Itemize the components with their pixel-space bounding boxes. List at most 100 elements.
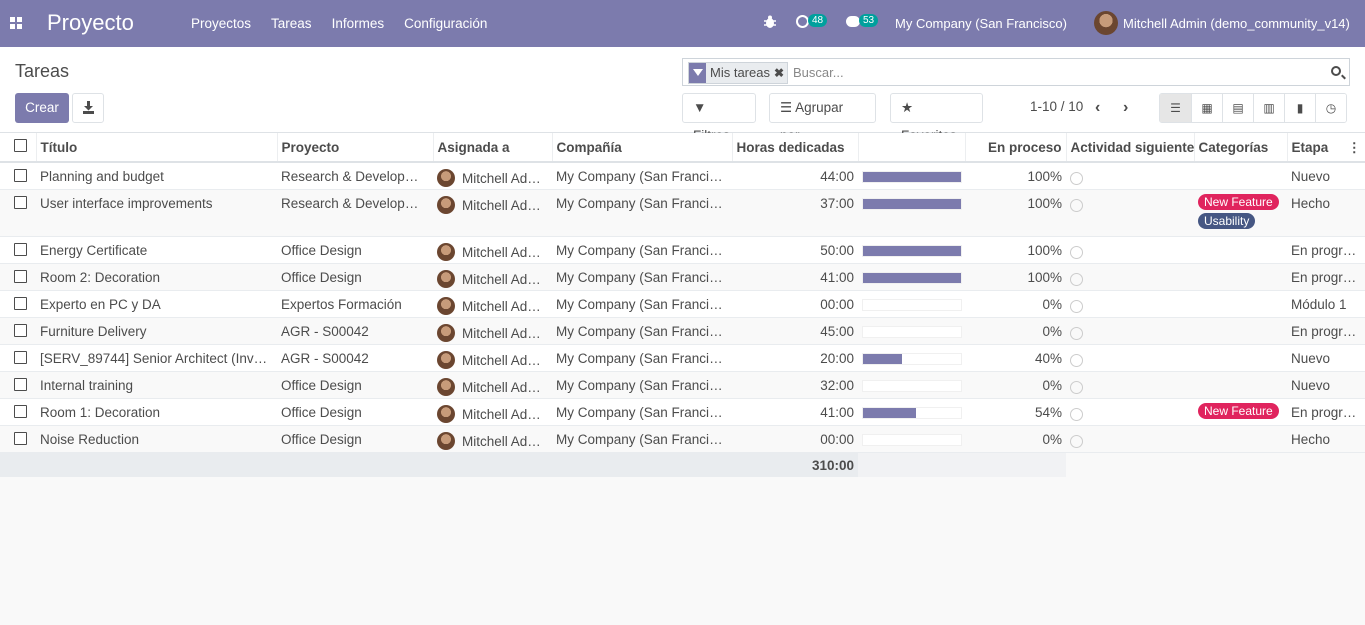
- task-company[interactable]: My Company (San Francisco): [552, 189, 732, 237]
- row-checkbox[interactable]: [14, 242, 27, 256]
- debug-bug-icon[interactable]: [764, 15, 776, 29]
- activity-clock-icon[interactable]: [1070, 299, 1083, 313]
- row-select-cell[interactable]: [0, 263, 36, 291]
- activity-cell[interactable]: [1066, 425, 1194, 453]
- activity-view-icon[interactable]: ◷: [1315, 94, 1346, 122]
- row-select-cell[interactable]: [0, 189, 36, 237]
- column-header-stage[interactable]: Etapa ⋮: [1287, 133, 1365, 163]
- row-checkbox[interactable]: [14, 404, 27, 418]
- task-title[interactable]: User interface improvements: [36, 189, 277, 237]
- activity-clock-icon[interactable]: [1070, 272, 1083, 286]
- task-title[interactable]: Energy Certificate: [36, 236, 277, 264]
- task-project[interactable]: AGR - S00042: [277, 344, 433, 372]
- task-company[interactable]: My Company (San Francisco): [552, 236, 732, 264]
- select-all-checkbox[interactable]: [0, 133, 37, 163]
- column-header-title[interactable]: Título: [36, 133, 278, 163]
- activity-clock-icon[interactable]: [1070, 380, 1083, 394]
- export-button[interactable]: [72, 93, 104, 123]
- activity-clock-icon[interactable]: [1070, 172, 1083, 185]
- table-row[interactable]: Internal training Office Design Mitchell A…: [0, 371, 1365, 399]
- row-checkbox[interactable]: [14, 323, 27, 337]
- task-project[interactable]: Research & Development: [277, 189, 433, 237]
- task-hours[interactable]: 50:00: [732, 236, 858, 264]
- task-company[interactable]: My Company (San Francisco): [552, 371, 732, 399]
- column-header-progress[interactable]: En proceso: [965, 133, 1067, 163]
- task-hours[interactable]: 45:00: [732, 317, 858, 345]
- activity-clock-icon[interactable]: [1070, 198, 1083, 212]
- menu-item-configuracion[interactable]: Configuración: [404, 16, 487, 31]
- table-row[interactable]: User interface improvements Research & De…: [0, 189, 1365, 237]
- column-header-assignee[interactable]: Asignada a: [433, 133, 553, 163]
- task-project[interactable]: Expertos Formación: [277, 290, 433, 318]
- row-checkbox[interactable]: [14, 169, 27, 182]
- activity-cell[interactable]: [1066, 371, 1194, 399]
- table-row[interactable]: Noise Reduction Office Design Mitchell Adm…: [0, 425, 1365, 453]
- messages-chat-icon[interactable]: [846, 16, 860, 27]
- column-header-tags[interactable]: Categorías: [1194, 133, 1288, 163]
- activity-clock-icon[interactable]: [1070, 407, 1083, 421]
- task-assignee-cell[interactable]: Mitchell Admin: [433, 236, 552, 264]
- task-stage[interactable]: Nuevo: [1287, 344, 1365, 372]
- task-hours[interactable]: 44:00: [732, 162, 858, 190]
- table-row[interactable]: Energy Certificate Office Design Mitchell …: [0, 236, 1365, 264]
- row-select-cell[interactable]: [0, 371, 36, 399]
- activity-cell[interactable]: [1066, 344, 1194, 372]
- task-stage[interactable]: En progreso: [1287, 317, 1365, 345]
- checkbox[interactable]: [14, 139, 27, 152]
- task-project[interactable]: Office Design: [277, 398, 433, 426]
- activity-cell[interactable]: [1066, 162, 1194, 190]
- task-stage[interactable]: En progreso: [1287, 398, 1365, 426]
- table-row[interactable]: Planning and budget Research & Developmen…: [0, 162, 1365, 190]
- task-assignee-cell[interactable]: Mitchell Admin: [433, 398, 552, 426]
- favorites-button[interactable]: ★ Favoritos: [890, 93, 983, 143]
- activity-clock-icon[interactable]: [1070, 245, 1083, 259]
- filters-button[interactable]: ▼ Filtros: [682, 93, 756, 143]
- activity-cell[interactable]: [1066, 290, 1194, 318]
- search-bar[interactable]: Mis tareas ✖ Buscar...: [682, 58, 1350, 86]
- activity-clock-icon[interactable]: [796, 15, 809, 28]
- groupby-button[interactable]: ☰ Agrupar por: [769, 93, 876, 143]
- row-select-cell[interactable]: [0, 290, 36, 318]
- task-project[interactable]: Office Design: [277, 371, 433, 399]
- task-assignee-cell[interactable]: Mitchell Admin: [433, 189, 552, 237]
- task-assignee-cell[interactable]: Mitchell Admin: [433, 317, 552, 345]
- task-stage[interactable]: Nuevo: [1287, 371, 1365, 399]
- task-assignee-cell[interactable]: Mitchell Admin: [433, 162, 552, 190]
- task-assignee-cell[interactable]: Mitchell Admin: [433, 290, 552, 318]
- row-select-cell[interactable]: [0, 236, 36, 264]
- user-menu[interactable]: Mitchell Admin (demo_community_v14): [1123, 16, 1350, 31]
- task-hours[interactable]: 41:00: [732, 263, 858, 291]
- column-header-hours[interactable]: Horas dedicadas: [732, 133, 859, 163]
- activity-cell[interactable]: [1066, 398, 1194, 426]
- table-row[interactable]: Room 1: Decoration Office Design Mitchell …: [0, 398, 1365, 426]
- row-select-cell[interactable]: [0, 344, 36, 372]
- search-input[interactable]: Buscar...: [793, 65, 844, 80]
- app-brand[interactable]: Proyecto: [47, 10, 134, 36]
- row-checkbox[interactable]: [14, 431, 27, 445]
- activity-cell[interactable]: [1066, 317, 1194, 345]
- search-icon[interactable]: [1331, 66, 1341, 76]
- task-assignee-cell[interactable]: Mitchell Admin: [433, 425, 552, 453]
- pivot-view-icon[interactable]: ▥: [1253, 94, 1284, 122]
- task-hours[interactable]: 00:00: [732, 425, 858, 453]
- row-checkbox[interactable]: [14, 377, 27, 391]
- activity-cell[interactable]: [1066, 263, 1194, 291]
- task-title[interactable]: Noise Reduction: [36, 425, 277, 453]
- column-header-activity[interactable]: Actividad siguiente: [1066, 133, 1195, 163]
- task-project[interactable]: Office Design: [277, 425, 433, 453]
- task-title[interactable]: Internal training: [36, 371, 277, 399]
- column-header-project[interactable]: Proyecto: [277, 133, 434, 163]
- task-stage[interactable]: Hecho: [1287, 425, 1365, 453]
- task-company[interactable]: My Company (San Francisco): [552, 344, 732, 372]
- create-button[interactable]: Crear: [15, 93, 69, 123]
- activity-cell[interactable]: [1066, 236, 1194, 264]
- facet-remove-icon[interactable]: ✖: [773, 63, 788, 83]
- calendar-view-icon[interactable]: ▤: [1222, 94, 1253, 122]
- task-title[interactable]: Experto en PC y DA: [36, 290, 277, 318]
- row-checkbox[interactable]: [14, 350, 27, 364]
- task-hours[interactable]: 00:00: [732, 290, 858, 318]
- menu-item-informes[interactable]: Informes: [332, 16, 385, 31]
- menu-item-tareas[interactable]: Tareas: [271, 16, 312, 31]
- task-stage[interactable]: Nuevo: [1287, 162, 1365, 190]
- task-assignee-cell[interactable]: Mitchell Admin: [433, 344, 552, 372]
